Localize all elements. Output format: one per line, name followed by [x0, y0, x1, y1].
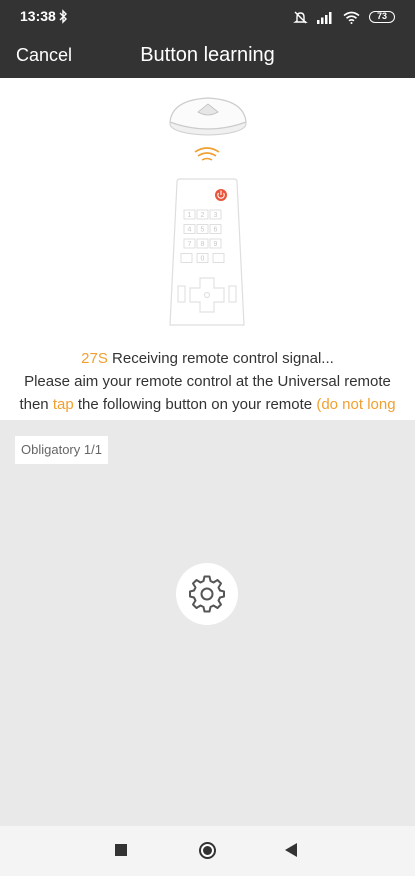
signal-waves-icon [194, 147, 220, 161]
instruction-text: then [19, 396, 53, 413]
tap-highlight: tap [52, 396, 74, 413]
learn-button[interactable] [176, 563, 238, 625]
cancel-button[interactable]: Cancel [16, 45, 72, 66]
signal-icon [317, 11, 332, 24]
status-bar: 13:38 73 [0, 0, 415, 34]
keypad-key-label: 1 [188, 212, 192, 219]
instruction-line-2: then tap the following button on your re… [0, 393, 415, 416]
receiving-text: Receiving remote control signal... [107, 350, 334, 367]
keypad-key-label: 0 [201, 256, 205, 263]
instruction-message: 27S Receiving remote control signal... P… [0, 347, 415, 416]
back-icon[interactable] [285, 843, 297, 857]
keypad-key-label: 7 [188, 241, 192, 248]
instruction-text: the following button on your remote [73, 396, 317, 413]
keypad-key-label: 5 [201, 227, 205, 234]
status-line: 27S Receiving remote control signal... [0, 347, 415, 370]
remote-illustration: 1 2 3 4 5 6 7 8 9 0 [169, 97, 247, 326]
recent-apps-icon[interactable] [115, 844, 127, 856]
navigation-bar [0, 826, 415, 876]
countdown-timer: 27S [81, 350, 108, 367]
keypad-key-label: 3 [214, 212, 218, 219]
wifi-icon [343, 11, 360, 24]
gear-icon [189, 575, 225, 613]
bluetooth-icon [59, 9, 67, 24]
hub-icon [169, 97, 247, 136]
keypad-key-label: 9 [214, 241, 218, 248]
home-icon[interactable] [199, 842, 216, 859]
obligatory-tag: Obligatory 1/1 [15, 436, 108, 464]
instruction-line: Please aim your remote control at the Un… [24, 373, 391, 390]
keypad-key-label: 4 [188, 227, 192, 234]
alarm-off-icon [293, 11, 308, 23]
remote-control-icon [169, 178, 245, 326]
battery-icon: 73 [369, 11, 395, 23]
keypad-key-label: 8 [201, 241, 205, 248]
long-press-hint: (do not long [316, 396, 396, 413]
header-bar: Cancel Button learning [0, 34, 415, 78]
keypad-key-label: 2 [201, 212, 205, 219]
status-icons: 73 [293, 8, 395, 26]
keypad-key-label: 6 [214, 227, 218, 234]
battery-level: 73 [376, 11, 387, 21]
status-time: 13:38 [20, 8, 56, 24]
button-panel: Obligatory 1/1 [0, 420, 415, 826]
